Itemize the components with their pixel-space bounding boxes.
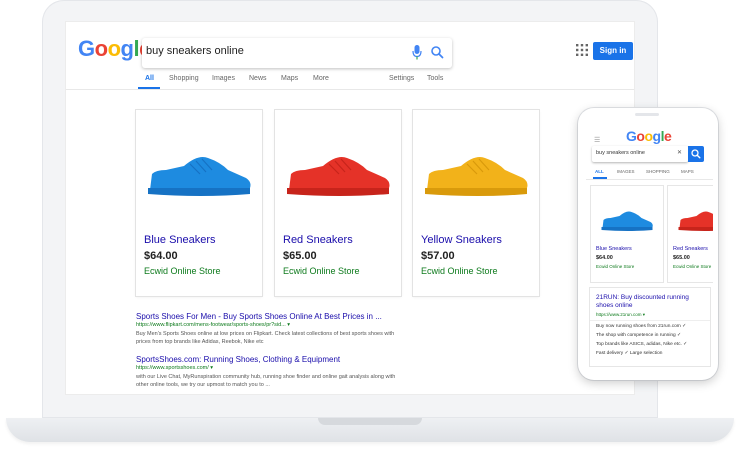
logo-letter: o xyxy=(644,128,653,144)
google-logo[interactable]: Google xyxy=(626,128,672,144)
logo-letter: o xyxy=(107,36,121,61)
google-logo[interactable]: Google xyxy=(78,36,151,62)
product-store: Ecwid Online Store xyxy=(673,264,712,269)
tab-images[interactable]: Images xyxy=(212,75,235,82)
sneaker-image xyxy=(287,157,390,196)
search-icon[interactable] xyxy=(428,40,446,64)
result-line: Top brands like ASICS, adidas, Nike etc.… xyxy=(596,342,688,347)
mobile-tab-all[interactable]: ALL xyxy=(595,169,604,174)
tab-all[interactable]: All xyxy=(145,75,154,82)
result-url[interactable]: https://www.21run.com ▾ xyxy=(596,312,645,318)
mobile-result-card[interactable]: 21RUN: Buy discounted running shoes onli… xyxy=(590,288,710,366)
product-price: $57.00 xyxy=(421,250,455,262)
result-line: Fast delivery ✓ Large selection xyxy=(596,351,663,356)
search-input[interactable]: buy sneakers online xyxy=(146,45,244,57)
result-title[interactable]: Sports Shoes For Men - Buy Sports Shoes … xyxy=(136,312,382,321)
clear-icon[interactable]: ✕ xyxy=(677,149,682,156)
mobile-nav-divider xyxy=(586,179,713,180)
sign-in-button[interactable]: Sign in xyxy=(593,42,633,60)
product-price: $65.00 xyxy=(283,250,317,262)
tab-more[interactable]: More xyxy=(313,75,329,82)
sneaker-image xyxy=(678,211,713,231)
result-snippet: with our Live Chat, MyRunspiration commu… xyxy=(136,374,396,388)
product-price: $64.00 xyxy=(144,250,178,262)
logo-letter: G xyxy=(626,128,637,144)
mobile-browser-screen: ☰ Google buy sneakers online ✕ ALL IMAGE… xyxy=(586,122,713,370)
phone-speaker xyxy=(635,113,659,116)
product-title[interactable]: Red Sneakers xyxy=(673,246,708,252)
product-title[interactable]: Yellow Sneakers xyxy=(421,234,502,246)
laptop-notch xyxy=(318,418,422,425)
product-title[interactable]: Blue Sneakers xyxy=(144,234,216,246)
search-icon xyxy=(691,149,701,159)
desktop-browser-screen: Google buy sneakers online Sign in All S… xyxy=(66,22,634,394)
tab-tools[interactable]: Tools xyxy=(427,75,443,82)
sneaker-image xyxy=(148,157,251,196)
logo-letter: g xyxy=(120,36,134,61)
hamburger-menu-icon[interactable]: ☰ xyxy=(594,136,600,144)
logo-letter: e xyxy=(663,128,672,144)
microphone-icon[interactable] xyxy=(410,40,424,64)
tab-shopping[interactable]: Shopping xyxy=(169,75,199,82)
mobile-search-button[interactable] xyxy=(688,146,704,162)
result-divider xyxy=(590,320,710,321)
logo-letter: o xyxy=(94,36,108,61)
result-snippet: Buy Men's Sports Shoes online at low pri… xyxy=(136,331,395,345)
result-url[interactable]: https://www.flipkart.com/mens-footwear/s… xyxy=(136,322,290,328)
product-store: Ecwid Online Store xyxy=(144,266,221,276)
product-store: Ecwid Online Store xyxy=(421,266,498,276)
product-store: Ecwid Online Store xyxy=(283,266,360,276)
result-title[interactable]: SportsShoes.com: Running Shoes, Clothing… xyxy=(136,355,340,364)
result-url[interactable]: https://www.sportsshoes.com/ ▾ xyxy=(136,365,213,371)
product-price: $65.00 xyxy=(673,255,690,261)
mobile-tab-shopping[interactable]: SHOPPING xyxy=(646,169,670,174)
mobile-tab-maps[interactable]: MAPS xyxy=(681,169,694,174)
product-title[interactable]: Blue Sneakers xyxy=(596,246,632,252)
result-line: The shop with competence in running ✓ xyxy=(596,333,682,338)
product-title[interactable]: Red Sneakers xyxy=(283,234,353,246)
product-card-blue[interactable]: Blue Sneakers $64.00 Ecwid Online Store xyxy=(136,110,262,296)
product-card-yellow[interactable]: Yellow Sneakers $57.00 Ecwid Online Stor… xyxy=(413,110,539,296)
mobile-product-card-blue[interactable]: Blue Sneakers $64.00 Ecwid Online Store xyxy=(591,186,663,282)
logo-letter: g xyxy=(652,128,662,144)
mobile-product-card-red[interactable]: Red Sneakers $65.00 Ecwid Online Store xyxy=(668,186,713,282)
result-line: Buy now running shoes from 21run.com ✓ xyxy=(596,324,687,329)
product-store: Ecwid Online Store xyxy=(596,264,635,269)
product-card-red[interactable]: Red Sneakers $65.00 Ecwid Online Store xyxy=(275,110,401,296)
logo-letter: G xyxy=(78,36,95,61)
result-title[interactable]: 21RUN: Buy discounted running shoes onli… xyxy=(596,294,704,310)
tab-settings[interactable]: Settings xyxy=(389,75,414,82)
tab-maps[interactable]: Maps xyxy=(281,75,298,82)
mobile-tab-images[interactable]: IMAGES xyxy=(617,169,635,174)
mobile-search-input[interactable]: buy sneakers online xyxy=(596,150,645,156)
apps-grid-icon[interactable] xyxy=(576,44,588,56)
sneaker-image xyxy=(601,211,653,231)
product-price: $64.00 xyxy=(596,255,613,261)
nav-divider xyxy=(66,89,634,90)
tab-news[interactable]: News xyxy=(249,75,267,82)
sneaker-image xyxy=(425,157,528,196)
